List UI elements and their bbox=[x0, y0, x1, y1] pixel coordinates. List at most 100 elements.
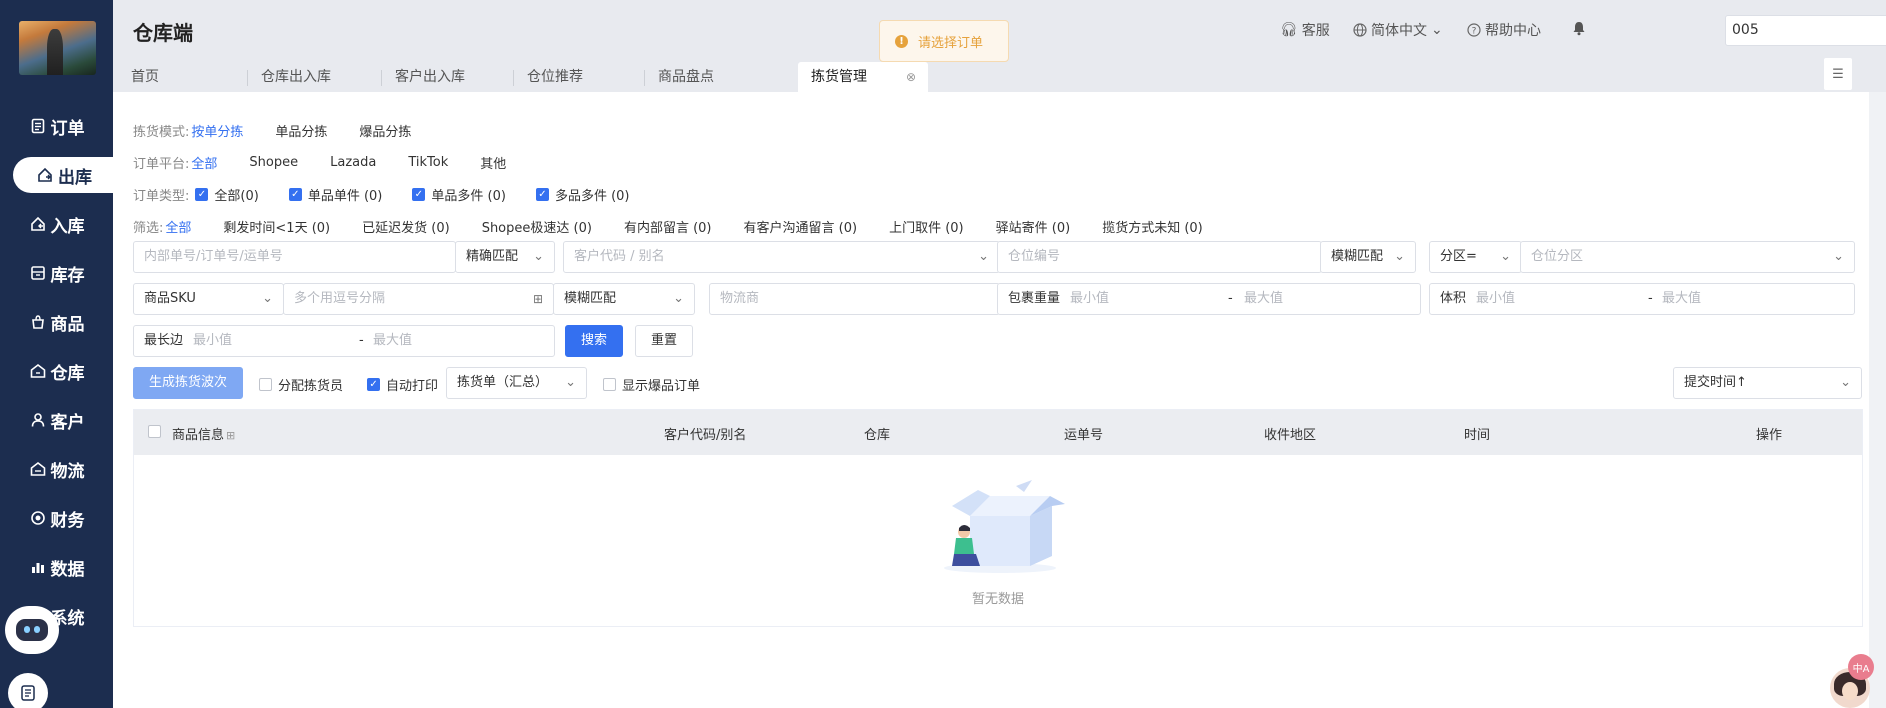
tab-customer-io[interactable]: 客户出入库 bbox=[382, 62, 514, 92]
expand-icon: ⊞ bbox=[532, 292, 543, 306]
col-warehouse: 仓库 bbox=[864, 428, 891, 443]
platform-shopee[interactable]: Shopee bbox=[249, 155, 298, 170]
exact-match-select[interactable]: 精确匹配 ⌄ bbox=[455, 241, 555, 273]
weight-range[interactable]: 包裹重量 最小值 - 最大值 bbox=[997, 283, 1421, 315]
sidebar-item-label: 数据 bbox=[50, 559, 85, 580]
language-select[interactable]: 简体中文 ⌄ bbox=[1353, 20, 1443, 40]
sku-input[interactable]: 多个用逗号分隔 ⊞ bbox=[283, 283, 554, 315]
zone-operator-select[interactable]: 分区= ⌄ bbox=[1429, 241, 1522, 273]
translate-badge-icon[interactable]: 中A bbox=[1848, 654, 1874, 680]
notes-icon[interactable] bbox=[8, 673, 48, 708]
warning-toast: ! 请选择订单 bbox=[879, 20, 1009, 62]
screen-shopee-express[interactable]: Shopee极速达 (0) bbox=[482, 217, 592, 236]
inventory-icon bbox=[29, 264, 47, 282]
sidebar: 订单 出库 入库 库存 商品 仓库 客户 物流 财务 数据 系统 bbox=[0, 0, 115, 708]
sidebar-item-inbound[interactable]: 入库 bbox=[0, 206, 113, 242]
sidebar-item-label: 入库 bbox=[50, 216, 85, 237]
sort-select[interactable]: 提交时间↑ ⌄ bbox=[1673, 367, 1862, 399]
inbound-icon bbox=[29, 215, 47, 233]
longest-side-range[interactable]: 最长边 最小值 - 最大值 bbox=[133, 325, 555, 357]
platform-row: 订单平台: 全部 Shopee Lazada TikTok 其他 bbox=[133, 153, 507, 172]
reset-button[interactable]: 重置 bbox=[635, 325, 693, 357]
tabs-menu-icon[interactable]: ☰ bbox=[1824, 58, 1852, 90]
chevron-down-icon: ⌄ bbox=[1500, 249, 1511, 264]
order-type-single-checkbox[interactable]: ✓ 单品单件 (0) bbox=[288, 185, 382, 204]
tab-stocktake[interactable]: 商品盘点 bbox=[645, 62, 775, 92]
screen-internal-note[interactable]: 有内部留言 (0) bbox=[624, 217, 712, 236]
sidebar-item-outbound[interactable]: 出库 bbox=[13, 157, 115, 193]
screen-unknown[interactable]: 揽货方式未知 (0) bbox=[1102, 217, 1203, 236]
carrier-input[interactable]: 物流商 bbox=[709, 283, 1000, 315]
customer-service-link[interactable]: 🎧︎ 客服 bbox=[1280, 20, 1330, 40]
sidebar-item-data[interactable]: 数据 bbox=[0, 549, 113, 585]
pick-mode-single[interactable]: 单品分拣 bbox=[275, 121, 327, 140]
logistics-icon bbox=[29, 460, 47, 478]
help-center-link[interactable]: ? 帮助中心 bbox=[1467, 20, 1541, 40]
col-customer-code: 客户代码/别名 bbox=[664, 428, 747, 443]
assign-picker-checkbox[interactable]: 分配拣货员 bbox=[259, 375, 343, 394]
select-all-checkbox[interactable] bbox=[148, 425, 161, 442]
sidebar-item-order[interactable]: 订单 bbox=[0, 108, 113, 144]
col-region: 收件地区 bbox=[1264, 428, 1317, 443]
print-type-select[interactable]: 拣货单（汇总） ⌄ bbox=[446, 367, 587, 399]
sidebar-item-warehouse[interactable]: 仓库 bbox=[0, 353, 113, 389]
platform-other[interactable]: 其他 bbox=[480, 153, 506, 172]
empty-box-illustration bbox=[944, 480, 1065, 573]
goods-icon bbox=[29, 313, 47, 331]
platform-lazada[interactable]: Lazada bbox=[330, 155, 376, 170]
chevron-down-icon: ⌄ bbox=[978, 249, 989, 264]
sidebar-item-goods[interactable]: 商品 bbox=[0, 304, 113, 340]
sidebar-item-logistics[interactable]: 物流 bbox=[0, 451, 113, 487]
tab-home[interactable]: 首页 bbox=[118, 62, 248, 92]
help-icon: ? bbox=[1467, 23, 1481, 37]
auto-print-checkbox[interactable]: ✓ 自动打印 bbox=[367, 375, 438, 394]
sidebar-item-finance[interactable]: 财务 bbox=[0, 500, 113, 536]
sidebar-item-label: 仓库 bbox=[50, 363, 85, 384]
zone-select[interactable]: 仓位分区 ⌄ bbox=[1520, 241, 1855, 273]
pick-mode-by-order[interactable]: 按单分拣 bbox=[191, 121, 243, 140]
generate-wave-button[interactable]: 生成拣货波次 bbox=[133, 367, 243, 399]
logo[interactable] bbox=[19, 21, 96, 75]
customer-code-select[interactable]: 客户代码 / 别名 ⌄ bbox=[563, 241, 1000, 273]
screen-station[interactable]: 驿站寄件 (0) bbox=[996, 217, 1071, 236]
tab-warehouse-io[interactable]: 仓库出入库 bbox=[248, 62, 382, 92]
platform-all[interactable]: 全部 bbox=[191, 153, 217, 172]
tab-picking-management[interactable]: 拣货管理 ⊗ bbox=[798, 62, 928, 92]
location-match-select[interactable]: 模糊匹配 ⌄ bbox=[1320, 241, 1416, 273]
screen-all[interactable]: 全部 bbox=[165, 217, 191, 236]
sku-match-select[interactable]: 模糊匹配 ⌄ bbox=[553, 283, 695, 315]
col-actions: 操作 bbox=[1756, 428, 1783, 443]
actions-row: 分配拣货员 ✓ 自动打印 bbox=[259, 375, 468, 394]
tab-location-recommend[interactable]: 仓位推荐 bbox=[514, 62, 645, 92]
platform-tiktok[interactable]: TikTok bbox=[408, 155, 448, 170]
expand-icon: ⊞ bbox=[226, 429, 236, 442]
order-type-single-multi-checkbox[interactable]: ✓ 单品多件 (0) bbox=[412, 185, 506, 204]
screen-ship-deadline[interactable]: 剩发时间<1天 (0) bbox=[223, 217, 330, 236]
sidebar-item-label: 订单 bbox=[50, 118, 85, 139]
location-input[interactable]: 仓位编号 bbox=[997, 241, 1322, 273]
show-hot-orders-checkbox[interactable]: 显示爆品订单 bbox=[603, 375, 700, 394]
order-type-all-checkbox[interactable]: ✓ 全部(0) bbox=[195, 185, 259, 204]
warehouse-icon bbox=[29, 362, 47, 380]
close-icon[interactable]: ⊗ bbox=[906, 62, 916, 92]
pick-mode-hot[interactable]: 爆品分拣 bbox=[359, 121, 411, 140]
order-type-multi-multi-checkbox[interactable]: ✓ 多品多件 (0) bbox=[535, 185, 630, 204]
pick-mode-row: 拣货模式: 按单分拣 单品分拣 爆品分拣 bbox=[133, 121, 443, 140]
sidebar-item-customer[interactable]: 客户 bbox=[0, 402, 113, 438]
bell-icon[interactable] bbox=[1571, 20, 1587, 36]
sidebar-item-inventory[interactable]: 库存 bbox=[0, 255, 113, 291]
screen-customer-note[interactable]: 有客户沟通留言 (0) bbox=[744, 217, 858, 236]
search-button[interactable]: 搜索 bbox=[565, 325, 623, 357]
order-icon bbox=[29, 117, 47, 135]
sidebar-item-label: 出库 bbox=[58, 167, 92, 188]
screen-delayed[interactable]: 已延迟发货 (0) bbox=[362, 217, 450, 236]
screen-pickup[interactable]: 上门取件 (0) bbox=[889, 217, 964, 236]
volume-range[interactable]: 体积 最小值 - 最大值 bbox=[1429, 283, 1855, 315]
globe-icon bbox=[1353, 23, 1367, 37]
order-no-input[interactable]: 内部单号/订单号/运单号 bbox=[133, 241, 456, 273]
sku-type-select[interactable]: 商品SKU ⌄ bbox=[133, 283, 284, 315]
store-select[interactable]: 005⌄ bbox=[1725, 15, 1886, 46]
robot-assistant-icon[interactable] bbox=[5, 606, 59, 654]
headset-icon: 🎧︎ bbox=[1280, 22, 1298, 38]
sidebar-item-label: 物流 bbox=[50, 461, 85, 482]
